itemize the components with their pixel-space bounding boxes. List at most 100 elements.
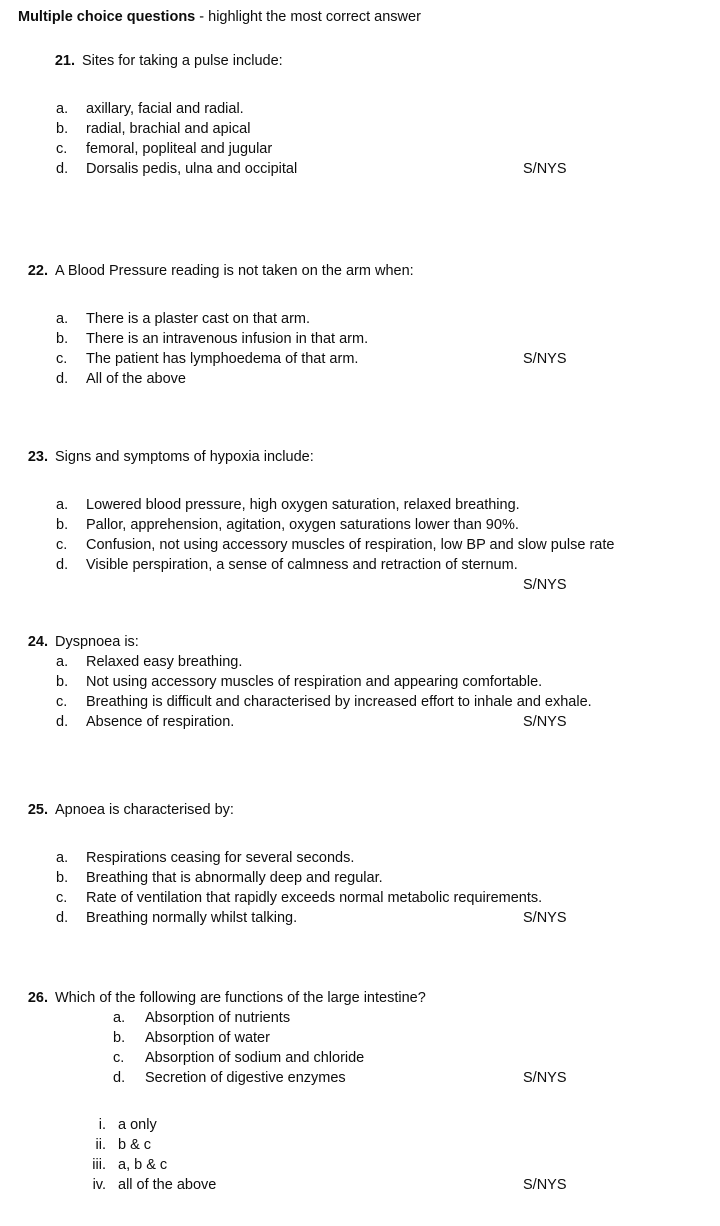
question-23-text: Signs and symptoms of hypoxia include: [55,449,314,465]
option-row[interactable]: b. Breathing that is abnormally deep and… [0,868,720,888]
question-26: 26. Which of the following are functions… [0,988,720,1195]
answer-marker-row: S/NYS [0,575,720,595]
option-text: axillary, facial and radial. [86,101,244,117]
option-row[interactable]: d. Breathing normally whilst talking. S/… [0,908,720,928]
sub-option-row[interactable]: i. a only [0,1115,720,1135]
option-marker: d. [56,910,69,926]
sub-option-row[interactable]: ii. b & c [0,1135,720,1155]
option-text: Absorption of sodium and chloride [145,1050,365,1066]
option-text: Secretion of digestive enzymes [145,1070,346,1086]
option-row[interactable]: d. All of the above [0,369,720,389]
option-marker: b. [113,1030,126,1046]
page-title-bold: Multiple choice questions [18,9,196,25]
answer-marker: S/NYS [523,1177,567,1193]
sub-option-text: all of the above [118,1177,217,1193]
question-22-options: a. There is a plaster cast on that arm. … [0,309,720,389]
option-text: All of the above [86,371,186,387]
question-26-stem: 26. Which of the following are functions… [0,988,720,1008]
option-row[interactable]: c. Rate of ventilation that rapidly exce… [0,888,720,908]
option-row[interactable]: b. radial, brachial and apical [0,119,720,139]
option-marker: d. [56,714,69,730]
option-row[interactable]: c. Absorption of sodium and chloride [0,1048,720,1068]
sub-option-text: a only [118,1117,157,1133]
question-21-stem: 21. Sites for taking a pulse include: [0,51,720,71]
option-row[interactable]: b. Not using accessory muscles of respir… [0,672,720,692]
option-marker: b. [56,674,69,690]
option-marker: a. [56,850,69,866]
option-marker: c. [113,1050,125,1066]
question-21: 21. Sites for taking a pulse include: a.… [0,51,720,179]
answer-marker: S/NYS [523,1070,567,1086]
option-row[interactable]: c. Breathing is difficult and characteri… [0,692,720,712]
question-22-number: 22. [27,263,48,279]
sub-option-row[interactable]: iv. all of the above S/NYS [0,1175,720,1195]
option-text: Absence of respiration. [86,714,235,730]
option-row[interactable]: c. Confusion, not using accessory muscle… [0,535,720,555]
option-marker: a. [56,101,69,117]
option-row[interactable]: a. Relaxed easy breathing. [0,652,720,672]
option-marker: c. [56,890,68,906]
option-row[interactable]: a. There is a plaster cast on that arm. [0,309,720,329]
option-text: Rate of ventilation that rapidly exceeds… [86,890,543,906]
option-row[interactable]: c. The patient has lymphoedema of that a… [0,349,720,369]
option-text: Visible perspiration, a sense of calmnes… [86,557,518,573]
answer-marker: S/NYS [523,577,567,593]
option-row[interactable]: a. Lowered blood pressure, high oxygen s… [0,495,720,515]
option-text: There is an intravenous infusion in that… [86,331,369,347]
question-24-stem: 24. Dyspnoea is: [0,632,720,652]
option-text: There is a plaster cast on that arm. [86,311,311,327]
option-marker: b. [56,331,69,347]
question-21-number: 21. [54,53,75,69]
answer-marker: S/NYS [523,351,567,367]
option-marker: b. [56,517,69,533]
sub-option-row[interactable]: iii. a, b & c [0,1155,720,1175]
option-row[interactable]: d. Dorsalis pedis, ulna and occipital S/… [0,159,720,179]
option-row[interactable]: b. There is an intravenous infusion in t… [0,329,720,349]
answer-marker: S/NYS [523,910,567,926]
question-21-text: Sites for taking a pulse include: [82,53,283,69]
option-row[interactable]: b. Absorption of water [0,1028,720,1048]
page-title: Multiple choice questions - highlight th… [18,8,421,26]
question-26-options: a. Absorption of nutrients b. Absorption… [0,1008,720,1088]
question-24-text: Dyspnoea is: [55,634,139,650]
option-marker: b. [56,121,69,137]
option-marker: a. [56,497,69,513]
sub-option-text: a, b & c [118,1157,168,1173]
option-row[interactable]: a. axillary, facial and radial. [0,99,720,119]
question-26-sub-options: i. a only ii. b & c iii. a, b & c iv. al… [0,1115,720,1195]
option-row[interactable]: b. Pallor, apprehension, agitation, oxyg… [0,515,720,535]
question-24: 24. Dyspnoea is: a. Relaxed easy breathi… [0,632,720,732]
question-25: 25. Apnoea is characterised by: a. Respi… [0,800,720,928]
option-row[interactable]: c. femoral, popliteal and jugular [0,139,720,159]
option-text: Not using accessory muscles of respirati… [86,674,543,690]
question-25-stem: 25. Apnoea is characterised by: [0,800,720,820]
option-row[interactable]: a. Absorption of nutrients [0,1008,720,1028]
sub-option-marker: iv. [92,1177,106,1193]
option-text: Confusion, not using accessory muscles o… [86,537,615,553]
option-text: Lowered blood pressure, high oxygen satu… [86,497,520,513]
option-marker: a. [56,654,69,670]
option-marker: d. [113,1070,126,1086]
question-26-text: Which of the following are functions of … [55,990,426,1006]
question-22-text: A Blood Pressure reading is not taken on… [55,263,414,279]
option-row[interactable]: d. Secretion of digestive enzymes S/NYS [0,1068,720,1088]
option-marker: a. [113,1010,126,1026]
option-text: femoral, popliteal and jugular [86,141,273,157]
option-text: Respirations ceasing for several seconds… [86,850,355,866]
question-24-options: a. Relaxed easy breathing. b. Not using … [0,652,720,732]
question-22-stem: 22. A Blood Pressure reading is not take… [0,261,720,281]
question-22: 22. A Blood Pressure reading is not take… [0,261,720,389]
option-text: Absorption of water [145,1030,270,1046]
option-text: Pallor, apprehension, agitation, oxygen … [86,517,519,533]
option-marker: c. [56,694,68,710]
option-row[interactable]: a. Respirations ceasing for several seco… [0,848,720,868]
option-row[interactable]: d. Absence of respiration. S/NYS [0,712,720,732]
option-text: Breathing that is abnormally deep and re… [86,870,383,886]
option-marker: d. [56,557,69,573]
option-row[interactable]: d. Visible perspiration, a sense of calm… [0,555,720,575]
question-24-number: 24. [27,634,48,650]
question-23-options: a. Lowered blood pressure, high oxygen s… [0,495,720,595]
question-23-number: 23. [27,449,48,465]
page-title-rest: - highlight the most correct answer [195,9,421,25]
option-marker: d. [56,371,69,387]
